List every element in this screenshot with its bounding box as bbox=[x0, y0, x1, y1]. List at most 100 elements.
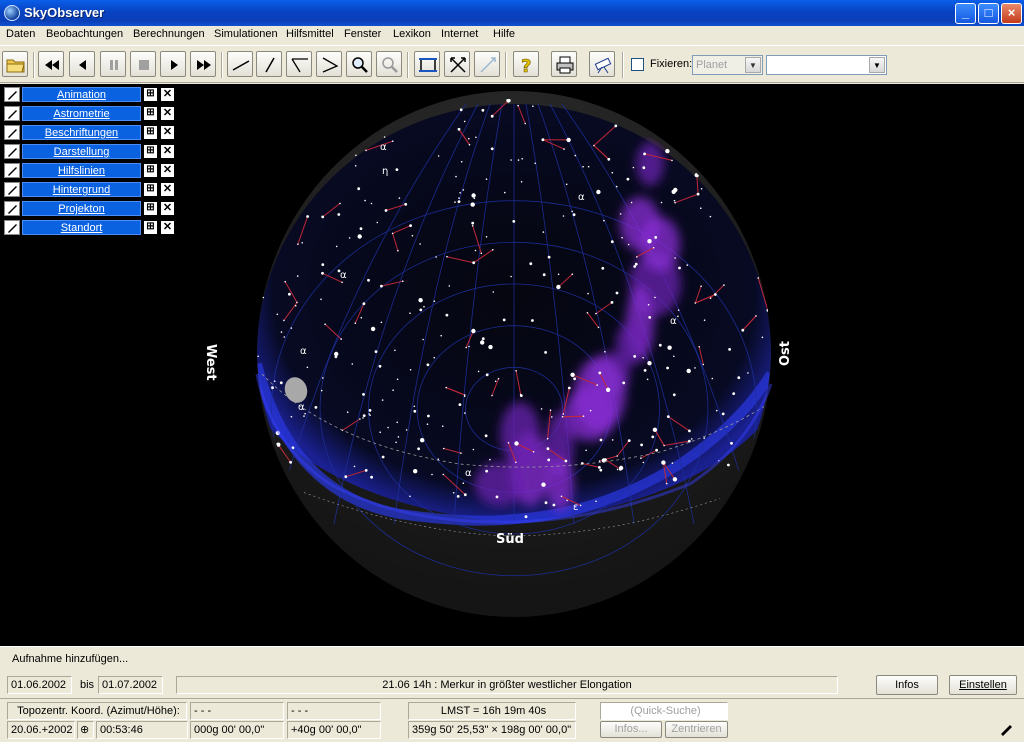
pause-button[interactable] bbox=[100, 51, 126, 77]
frame-button[interactable] bbox=[414, 51, 440, 77]
panel-label[interactable]: Animation bbox=[22, 87, 141, 102]
date-from-field[interactable]: 01.06.2002 bbox=[7, 676, 72, 694]
magnifier-icon bbox=[382, 57, 398, 73]
close-icon[interactable]: ✕ bbox=[160, 220, 175, 235]
coord-system-label: Topozentr. Koord. (Azimut/Höhe): bbox=[7, 702, 187, 720]
pin-icon[interactable]: ⊞ bbox=[143, 106, 158, 121]
panel-hilfslinien[interactable]: Hilfslinien ⊞ ✕ bbox=[4, 163, 176, 178]
chevron-down-icon[interactable]: ▼ bbox=[745, 57, 761, 73]
date-to-field[interactable]: 01.07.2002 bbox=[98, 676, 163, 694]
pencil-icon[interactable] bbox=[4, 144, 20, 159]
menu-simulationen[interactable]: Simulationen bbox=[214, 28, 278, 40]
printer-icon bbox=[556, 56, 574, 74]
pin-icon[interactable]: ⊞ bbox=[143, 220, 158, 235]
panel-animation[interactable]: Animation ⊞ ✕ bbox=[4, 87, 176, 102]
panel-label[interactable]: Hilfslinien bbox=[22, 163, 141, 178]
menu-hilfe[interactable]: Hilfe bbox=[493, 28, 515, 40]
quick-search-input[interactable]: (Quick-Suche) bbox=[600, 702, 728, 720]
zoom-in-button[interactable] bbox=[346, 51, 372, 77]
panel-label[interactable]: Beschriftungen bbox=[22, 125, 141, 140]
stop-button[interactable] bbox=[130, 51, 156, 77]
add-recording-link[interactable]: Aufnahme hinzufügen... bbox=[12, 653, 128, 665]
sky-view[interactable]: α α α α α α ε α η West Süd Ost Animation… bbox=[0, 84, 1024, 646]
panel-hintergrund[interactable]: Hintergrund ⊞ ✕ bbox=[4, 182, 176, 197]
close-icon[interactable]: ✕ bbox=[160, 201, 175, 216]
pin-icon[interactable]: ⊞ bbox=[143, 144, 158, 159]
telescope-button[interactable] bbox=[589, 51, 615, 77]
menu-hilfsmittel[interactable]: Hilfsmittel bbox=[286, 28, 334, 40]
toolbar: ? Fixieren: Planet ▼ ▼ bbox=[0, 45, 1024, 83]
panel-label[interactable]: Astrometrie bbox=[22, 106, 141, 121]
panel-label[interactable]: Projekton bbox=[22, 201, 141, 216]
menu-lexikon[interactable]: Lexikon bbox=[393, 28, 431, 40]
menu-fenster[interactable]: Fenster bbox=[344, 28, 381, 40]
help-button[interactable]: ? bbox=[513, 51, 539, 77]
maximize-button[interactable]: □ bbox=[978, 3, 999, 24]
pencil-icon[interactable] bbox=[4, 87, 20, 102]
pin-icon[interactable]: ⊞ bbox=[143, 125, 158, 140]
close-icon[interactable]: ✕ bbox=[160, 163, 175, 178]
planet-select[interactable]: Planet ▼ bbox=[692, 55, 763, 75]
pin-icon[interactable]: ⊞ bbox=[143, 201, 158, 216]
zoom-out-button[interactable] bbox=[376, 51, 402, 77]
panel-projekton[interactable]: Projekton ⊞ ✕ bbox=[4, 201, 176, 216]
panel-darstellung[interactable]: Darstellung ⊞ ✕ bbox=[4, 144, 176, 159]
expand-button[interactable] bbox=[444, 51, 470, 77]
menu-daten[interactable]: Daten bbox=[6, 28, 35, 40]
triangle-tool-button[interactable] bbox=[316, 51, 342, 77]
pencil-icon[interactable] bbox=[4, 201, 20, 216]
open-folder-button[interactable] bbox=[2, 51, 28, 77]
magnifier-icon bbox=[352, 57, 368, 73]
close-icon[interactable]: ✕ bbox=[160, 87, 175, 102]
pencil-icon[interactable] bbox=[998, 721, 1016, 738]
fix-checkbox[interactable] bbox=[631, 58, 644, 71]
close-button[interactable]: × bbox=[1001, 3, 1022, 24]
minimize-button[interactable]: _ bbox=[955, 3, 976, 24]
pencil-icon[interactable] bbox=[4, 220, 20, 235]
panel-label[interactable]: Darstellung bbox=[22, 144, 141, 159]
pin-icon[interactable]: ⊞ bbox=[143, 182, 158, 197]
menu-internet[interactable]: Internet bbox=[441, 28, 478, 40]
object-select[interactable]: ▼ bbox=[766, 55, 887, 75]
panel-astrometrie[interactable]: Astrometrie ⊞ ✕ bbox=[4, 106, 176, 121]
step-back-button[interactable] bbox=[69, 51, 95, 77]
event-infos-button[interactable]: Infos bbox=[876, 675, 938, 695]
menu-beobachtungen[interactable]: Beobachtungen bbox=[46, 28, 123, 40]
forward-fast-button[interactable] bbox=[190, 51, 216, 77]
center-button[interactable]: Zentrieren bbox=[665, 721, 728, 738]
settings-button[interactable]: Einstellen bbox=[949, 675, 1017, 695]
panel-label[interactable]: Standort bbox=[22, 220, 141, 235]
line-tool-2-button[interactable] bbox=[256, 51, 282, 77]
title-bar[interactable]: SkyObserver _ □ × bbox=[0, 0, 1024, 26]
compass-south-label: Süd bbox=[496, 532, 524, 547]
planet-select-value: Planet bbox=[696, 59, 728, 71]
line-tool-1-button[interactable] bbox=[227, 51, 253, 77]
close-icon[interactable]: ✕ bbox=[160, 125, 175, 140]
menu-bar: Daten Beobachtungen Berechnungen Simulat… bbox=[0, 26, 1024, 44]
date-field[interactable]: 20.06.+2002 bbox=[7, 721, 75, 739]
step-forward-button[interactable] bbox=[160, 51, 186, 77]
panel-standort[interactable]: Standort ⊞ ✕ bbox=[4, 220, 176, 235]
close-icon[interactable]: ✕ bbox=[160, 106, 175, 121]
measure-button[interactable] bbox=[474, 51, 500, 77]
close-icon[interactable]: ✕ bbox=[160, 144, 175, 159]
menu-berechnungen[interactable]: Berechnungen bbox=[133, 28, 205, 40]
rewind-fast-button[interactable] bbox=[38, 51, 64, 77]
clock-icon[interactable]: ⊕ bbox=[77, 721, 94, 739]
altitude-field: +40g 00' 00,0" bbox=[287, 721, 381, 739]
pencil-icon[interactable] bbox=[4, 182, 20, 197]
object-infos-button[interactable]: Infos... bbox=[600, 721, 662, 738]
panel-label[interactable]: Hintergrund bbox=[22, 182, 141, 197]
pencil-icon[interactable] bbox=[4, 125, 20, 140]
angle-tool-button[interactable] bbox=[286, 51, 312, 77]
fix-label: Fixieren: bbox=[650, 58, 693, 70]
pin-icon[interactable]: ⊞ bbox=[143, 163, 158, 178]
chevron-down-icon[interactable]: ▼ bbox=[869, 57, 885, 73]
panel-beschriftungen[interactable]: Beschriftungen ⊞ ✕ bbox=[4, 125, 176, 140]
pin-icon[interactable]: ⊞ bbox=[143, 87, 158, 102]
pencil-icon[interactable] bbox=[4, 163, 20, 178]
pencil-icon[interactable] bbox=[4, 106, 20, 121]
print-button[interactable] bbox=[551, 51, 577, 77]
close-icon[interactable]: ✕ bbox=[160, 182, 175, 197]
time-field[interactable]: 00:53:46 bbox=[96, 721, 188, 739]
